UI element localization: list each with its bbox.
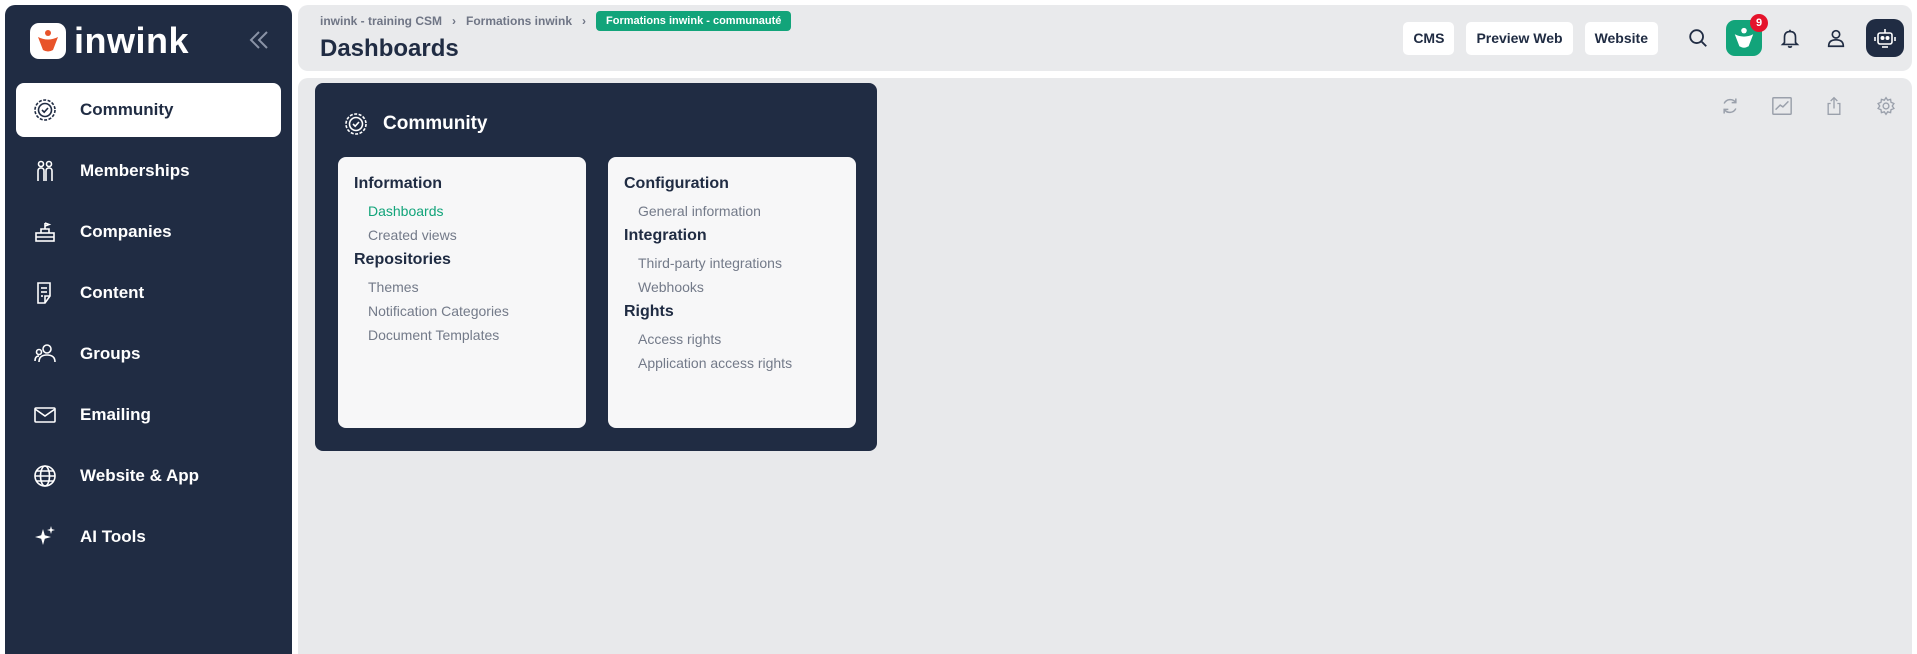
breadcrumb-item[interactable]: inwink - training CSM: [320, 14, 442, 28]
search-icon: [1689, 29, 1707, 47]
logo[interactable]: inwink: [30, 20, 190, 61]
breadcrumb-current[interactable]: Formations inwink - communauté: [596, 11, 792, 31]
notifications-button[interactable]: [1772, 20, 1808, 56]
link-document-templates[interactable]: Document Templates: [368, 327, 570, 343]
apps-button[interactable]: 9: [1726, 14, 1768, 56]
sidebar-item-memberships[interactable]: Memberships: [16, 144, 281, 198]
link-general-information[interactable]: General information: [638, 203, 840, 219]
inwink-logo-icon: [30, 23, 66, 59]
left-menu-card: Information Dashboards Created views Rep…: [338, 157, 586, 428]
right-menu-card: Configuration General information Integr…: [608, 157, 856, 428]
chevron-right-icon: ›: [452, 14, 456, 28]
gear-icon: [1877, 96, 1895, 116]
main-content: Community Information Dashboards Created…: [298, 78, 1912, 654]
notification-count-badge: 9: [1750, 14, 1768, 32]
link-dashboards[interactable]: Dashboards: [368, 203, 570, 219]
sidebar-item-label: Companies: [80, 222, 172, 241]
community-badge-icon: [343, 111, 369, 137]
collapse-sidebar-button[interactable]: [246, 27, 272, 53]
robot-icon: [1874, 29, 1896, 48]
breadcrumb: inwink - training CSM › Formations inwin…: [320, 11, 792, 31]
company-podium-icon: [32, 219, 58, 245]
sidebar-item-emailing[interactable]: Emailing: [16, 388, 281, 442]
sidebar-item-label: Community: [80, 100, 174, 119]
sidebar-nav: Community Memberships Companies Content …: [16, 83, 281, 571]
breadcrumb-item[interactable]: Formations inwink: [466, 14, 572, 28]
link-themes[interactable]: Themes: [368, 279, 570, 295]
top-header: inwink - training CSM › Formations inwin…: [298, 5, 1912, 71]
sidebar-item-label: AI Tools: [80, 527, 146, 546]
community-badge-icon: [32, 97, 58, 123]
page-title: Dashboards: [320, 35, 459, 62]
user-icon: [1827, 29, 1845, 48]
link-access-rights[interactable]: Access rights: [638, 331, 840, 347]
link-third-party-integrations[interactable]: Third-party integrations: [638, 255, 840, 271]
sidebar-item-groups[interactable]: Groups: [16, 327, 281, 381]
chart-icon: [1772, 97, 1792, 115]
envelope-icon: [32, 402, 58, 428]
document-icon: [32, 280, 58, 306]
globe-icon: [32, 463, 58, 489]
sidebar-item-ai-tools[interactable]: AI Tools: [16, 510, 281, 564]
sparkles-icon: [32, 524, 58, 550]
panel-title: Community: [343, 111, 488, 137]
section-title-integration: Integration: [624, 227, 707, 244]
settings-button[interactable]: [1860, 92, 1912, 120]
header-actions: CMS Preview Web Website 9: [1403, 14, 1912, 57]
sidebar-item-label: Website & App: [80, 466, 200, 485]
preview-web-button[interactable]: Preview Web: [1466, 21, 1573, 55]
bell-icon: [1780, 29, 1800, 48]
profile-button[interactable]: [1818, 20, 1854, 56]
sidebar-item-website-app[interactable]: Website & App: [16, 449, 281, 503]
section-title-information: Information: [354, 175, 442, 192]
groups-icon: [32, 341, 58, 367]
refresh-icon: [1723, 98, 1737, 114]
sidebar-item-companies[interactable]: Companies: [16, 205, 281, 259]
double-chevron-left-icon: [249, 31, 268, 49]
link-created-views[interactable]: Created views: [368, 227, 570, 243]
refresh-button[interactable]: [1704, 92, 1756, 120]
link-webhooks[interactable]: Webhooks: [638, 279, 840, 295]
cms-button[interactable]: CMS: [1403, 21, 1455, 55]
sidebar-item-content[interactable]: Content: [16, 266, 281, 320]
panel-title-text: Community: [383, 113, 488, 134]
sidebar-item-label: Groups: [80, 344, 141, 363]
section-title-configuration: Configuration: [624, 175, 729, 192]
link-notification-categories[interactable]: Notification Categories: [368, 303, 570, 319]
dashboard-toolbar: [1704, 92, 1912, 120]
share-icon: [1827, 96, 1841, 115]
logo-text: inwink: [74, 20, 190, 61]
website-button[interactable]: Website: [1584, 21, 1658, 55]
section-title-repositories: Repositories: [354, 251, 451, 268]
chevron-right-icon: ›: [582, 14, 587, 28]
share-button[interactable]: [1808, 92, 1860, 120]
section-title-rights: Rights: [624, 303, 674, 320]
community-menu-panel: Community Information Dashboards Created…: [315, 83, 877, 451]
people-icon: [32, 158, 58, 184]
analytics-button[interactable]: [1756, 92, 1808, 120]
sidebar: inwink Community Memberships Companies C…: [5, 5, 292, 654]
sidebar-item-label: Emailing: [80, 405, 151, 424]
link-application-access-rights[interactable]: Application access rights: [638, 355, 840, 371]
assistant-bot-button[interactable]: [1866, 19, 1904, 57]
sidebar-item-community[interactable]: Community: [16, 83, 281, 137]
sidebar-item-label: Content: [80, 283, 145, 302]
sidebar-item-label: Memberships: [80, 161, 190, 180]
search-button[interactable]: [1680, 20, 1716, 56]
